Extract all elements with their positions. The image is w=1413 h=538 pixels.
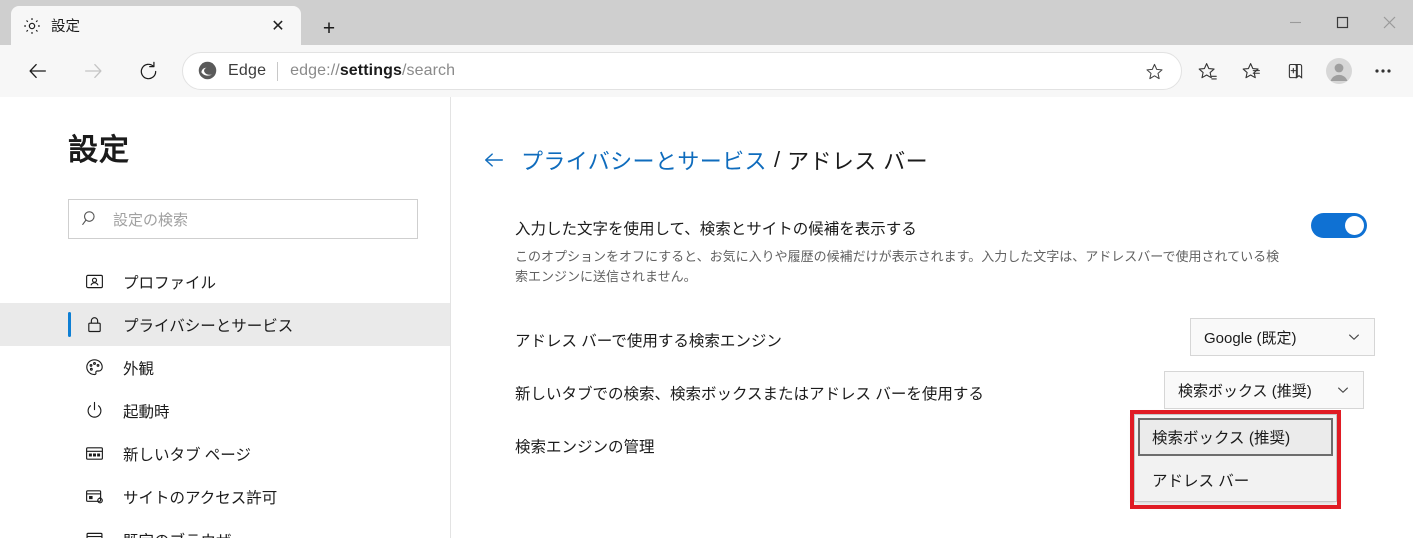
sidebar-item-label: 外観	[123, 360, 155, 378]
add-collection-icon[interactable]	[1273, 52, 1317, 90]
title-bar: 設定 ✕ +	[0, 0, 1413, 45]
settings-search[interactable]: 設定の検索	[68, 199, 418, 239]
address-bar[interactable]: Edge edge://settings/search	[182, 52, 1182, 90]
new-tab-page-icon	[82, 442, 106, 466]
sidebar-nav: プロファイル プライバシーとサービス 外観 起動時 新しいタブ ページ サイトの…	[0, 260, 450, 538]
breadcrumb-parent-link[interactable]: プライバシーとサービス	[521, 144, 767, 176]
sidebar-item-newtabpage[interactable]: 新しいタブ ページ	[0, 432, 450, 475]
sidebar-item-appearance[interactable]: 外観	[0, 346, 450, 389]
reload-icon[interactable]	[129, 52, 167, 90]
settings-content: プライバシーとサービス / アドレス バー 入力した文字を使用して、検索とサイト…	[451, 97, 1413, 538]
back-icon[interactable]	[19, 52, 57, 90]
omnibox-divider	[277, 61, 279, 81]
search-engine-value: Google (既定)	[1204, 329, 1297, 347]
suggestions-setting-row: 入力した文字を使用して、検索とサイトの候補を表示する このオプションをオフにする…	[515, 213, 1385, 287]
search-engine-dropdown[interactable]: Google (既定)	[1190, 318, 1375, 356]
back-arrow-icon[interactable]	[481, 147, 507, 173]
breadcrumb: プライバシーとサービス / アドレス バー	[481, 144, 928, 176]
sidebar-item-label: 起動時	[123, 403, 170, 421]
sidebar-item-onstartup[interactable]: 起動時	[0, 389, 450, 432]
sidebar-item-label: 既定のブラウザー	[123, 529, 247, 538]
sidebar-item-profile[interactable]: プロファイル	[0, 260, 450, 303]
newtab-search-value: 検索ボックス (推奨)	[1178, 382, 1312, 400]
url-suffix: /search	[401, 62, 456, 79]
window-controls	[1272, 0, 1413, 45]
selection-indicator	[68, 312, 71, 337]
browser-toolbar: Edge edge://settings/search	[0, 45, 1413, 97]
maximize-icon[interactable]	[1319, 0, 1366, 45]
edge-logo-icon	[197, 60, 219, 82]
favorite-star-icon[interactable]	[1141, 58, 1167, 84]
browser-tab[interactable]: 設定 ✕	[11, 6, 301, 45]
toggle-knob	[1345, 216, 1364, 235]
close-icon[interactable]	[1366, 0, 1413, 45]
toolbar-icons	[1185, 52, 1405, 90]
default-browser-icon	[82, 528, 106, 538]
forward-icon	[74, 52, 112, 90]
sidebar-item-defaultbrowser[interactable]: 既定のブラウザー	[0, 518, 450, 538]
lock-icon	[82, 313, 106, 337]
chevron-down-icon	[1347, 330, 1361, 344]
newtab-search-dropdown[interactable]: 検索ボックス (推奨)	[1164, 371, 1364, 409]
minimize-icon[interactable]	[1272, 0, 1319, 45]
browser-window: 設定 ✕ + Edge edge://settings/search 設定 設定…	[0, 0, 1413, 538]
search-input-placeholder[interactable]: 設定の検索	[113, 209, 188, 230]
close-tab-icon[interactable]: ✕	[265, 13, 291, 39]
breadcrumb-current: アドレス バー	[787, 149, 929, 174]
chevron-down-icon	[1336, 383, 1350, 397]
url-text: edge://settings/search	[290, 62, 455, 80]
settings-page: 設定 設定の検索 プロファイル プライバシーとサービス 外観 起動時 新しいタブ…	[0, 97, 1413, 538]
profile-card-icon	[82, 270, 106, 294]
power-icon	[82, 399, 106, 423]
tab-title: 設定	[51, 19, 80, 35]
gear-icon	[21, 15, 43, 37]
page-title: 設定	[68, 134, 130, 167]
search-icon	[81, 209, 101, 229]
sidebar-item-sitepermissions[interactable]: サイトのアクセス許可	[0, 475, 450, 518]
sidebar-item-privacy[interactable]: プライバシーとサービス	[0, 303, 450, 346]
more-options-icon[interactable]	[1361, 52, 1405, 90]
annotation-highlight	[1130, 410, 1341, 509]
url-prefix: edge://	[290, 62, 340, 79]
collections-icon[interactable]	[1229, 52, 1273, 90]
site-permissions-icon	[82, 485, 106, 509]
search-engine-row: アドレス バーで使用する検索エンジン Google (既定)	[515, 318, 1385, 356]
sidebar-item-label: サイトのアクセス許可	[123, 489, 278, 507]
brand-label: Edge	[228, 62, 267, 79]
new-tab-button[interactable]: +	[313, 14, 345, 44]
palette-icon	[82, 356, 106, 380]
suggestions-description: このオプションをオフにすると、お気に入りや履歴の候補だけが表示されます。入力した…	[515, 249, 1280, 285]
newtab-search-row: 新しいタブでの検索、検索ボックスまたはアドレス バーを使用する 検索ボックス (…	[515, 371, 1385, 409]
suggestions-label: 入力した文字を使用して、検索とサイトの候補を表示する	[515, 221, 917, 238]
avatar[interactable]	[1317, 52, 1361, 90]
url-bold: settings	[339, 62, 402, 79]
settings-sidebar: 設定 設定の検索 プロファイル プライバシーとサービス 外観 起動時 新しいタブ…	[0, 97, 450, 538]
suggestions-toggle[interactable]	[1311, 213, 1367, 238]
breadcrumb-separator: /	[773, 147, 781, 172]
favorites-icon[interactable]	[1185, 52, 1229, 90]
sidebar-item-label: プライバシーとサービス	[123, 317, 294, 335]
sidebar-item-label: 新しいタブ ページ	[123, 446, 251, 464]
sidebar-item-label: プロファイル	[123, 274, 217, 292]
